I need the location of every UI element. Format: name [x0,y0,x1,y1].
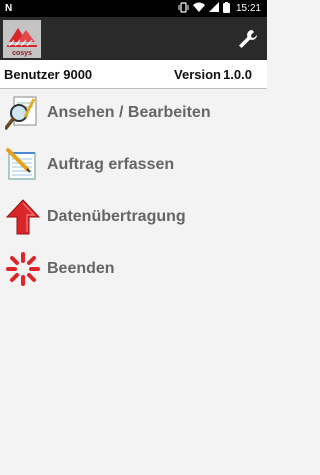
menu-item-label: Datenübertragung [47,208,186,225]
info-bar: Benutzer 9000 Version 1.0.0 [0,60,267,89]
menu-item-label: Beenden [47,260,115,277]
main-menu: Ansehen / Bearbeiten Auftrag erfassen Da… [0,89,267,297]
menu-item-label: Auftrag erfassen [47,156,175,173]
notepad-pencil-icon [5,147,41,183]
signal-icon [208,2,219,15]
wrench-icon[interactable] [237,28,259,50]
notification-n-icon: N [5,3,13,14]
menu-item-exit[interactable]: Beenden [0,245,267,297]
version-number: 1.0.0 [223,67,252,82]
magnifier-document-icon [4,95,41,131]
menu-item-data-transfer[interactable]: Datenübertragung [0,193,267,245]
app-toolbar: cosys [0,17,267,60]
menu-item-capture-order[interactable]: Auftrag erfassen [0,141,267,193]
user-name: Benutzer 9000 [4,67,93,82]
status-icons: 15:21 [178,1,261,16]
spinner-exit-icon [5,251,41,287]
menu-item-view-edit[interactable]: Ansehen / Bearbeiten [0,89,267,141]
status-bar: N 15:21 [0,0,267,17]
red-up-arrow-icon [5,199,41,235]
wifi-icon [192,2,205,15]
menu-item-label: Ansehen / Bearbeiten [47,104,211,121]
svg-text:cosys: cosys [12,50,32,57]
vibrate-icon [178,1,189,16]
battery-icon [222,1,230,16]
status-time: 15:21 [235,3,261,14]
version-label: Version [174,67,221,82]
cosys-logo-icon[interactable]: cosys [3,20,41,58]
